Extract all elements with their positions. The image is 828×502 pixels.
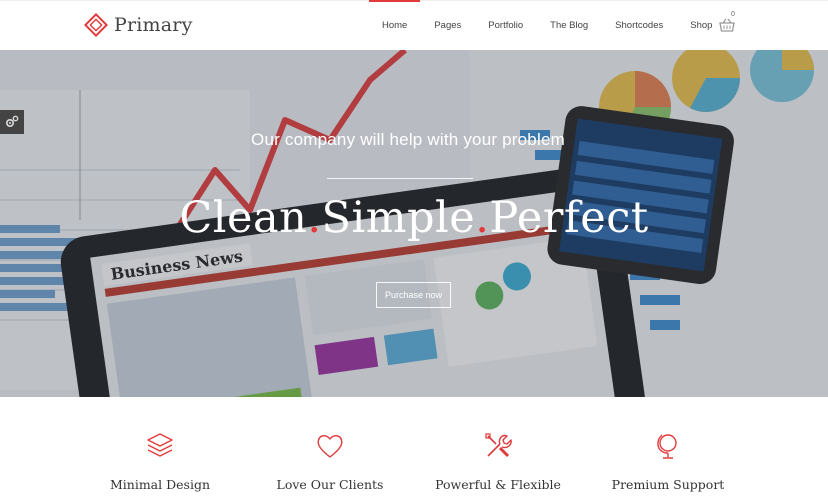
nav-item-portfolio[interactable]: Portfolio	[488, 1, 523, 51]
hero-title-separator: .	[475, 193, 490, 243]
globe-icon	[657, 434, 677, 459]
nav-item-pages[interactable]: Pages	[434, 1, 461, 51]
logo-text: Primary	[114, 14, 193, 36]
feature-label: Premium Support	[611, 477, 725, 492]
hero-title-separator: .	[307, 193, 322, 243]
purchase-now-button[interactable]: Purchase now	[376, 282, 451, 308]
nav-item-the-blog[interactable]: The Blog	[550, 1, 588, 51]
feature-label: Powerful & Flexible	[435, 477, 561, 492]
feature-label: Love Our Clients	[276, 477, 384, 492]
basket-icon[interactable]	[718, 17, 736, 35]
logo-diamond-icon	[84, 13, 108, 37]
gear-icon	[5, 115, 19, 128]
layers-icon	[147, 433, 173, 457]
main-nav: Home Pages Portfolio The Blog Shortcodes…	[368, 0, 739, 51]
feature-premium-support: Premium Support	[588, 431, 748, 492]
site-header: Primary Home Pages Portfolio The Blog Sh…	[0, 0, 828, 50]
features-row: Minimal Design Love Our Clients Powerful…	[0, 397, 828, 502]
feature-label: Minimal Design	[109, 477, 210, 492]
tools-icon	[485, 433, 512, 458]
hero-slider: Business News Our company will help with…	[0, 50, 828, 397]
cart-count: 0	[731, 11, 735, 18]
logo[interactable]: Primary	[84, 13, 193, 37]
hero-title-word: Perfect	[489, 193, 649, 243]
hero-title-word: Simple	[321, 193, 476, 243]
feature-powerful-flexible: Powerful & Flexible	[418, 431, 578, 492]
nav-item-shop[interactable]: Shop	[690, 1, 712, 51]
nav-item-shortcodes[interactable]: Shortcodes	[615, 1, 663, 51]
feature-love-our-clients: Love Our Clients	[250, 431, 410, 492]
heart-icon	[317, 435, 343, 458]
hero-title-word: Clean	[179, 193, 308, 243]
feature-minimal-design: Minimal Design	[80, 431, 240, 492]
hero-subtitle: Our company will help with your problem	[251, 130, 565, 149]
nav-item-home[interactable]: Home	[368, 0, 421, 51]
hero-title: Clean.Simple.Perfect	[0, 193, 828, 243]
hero-divider	[327, 178, 473, 179]
